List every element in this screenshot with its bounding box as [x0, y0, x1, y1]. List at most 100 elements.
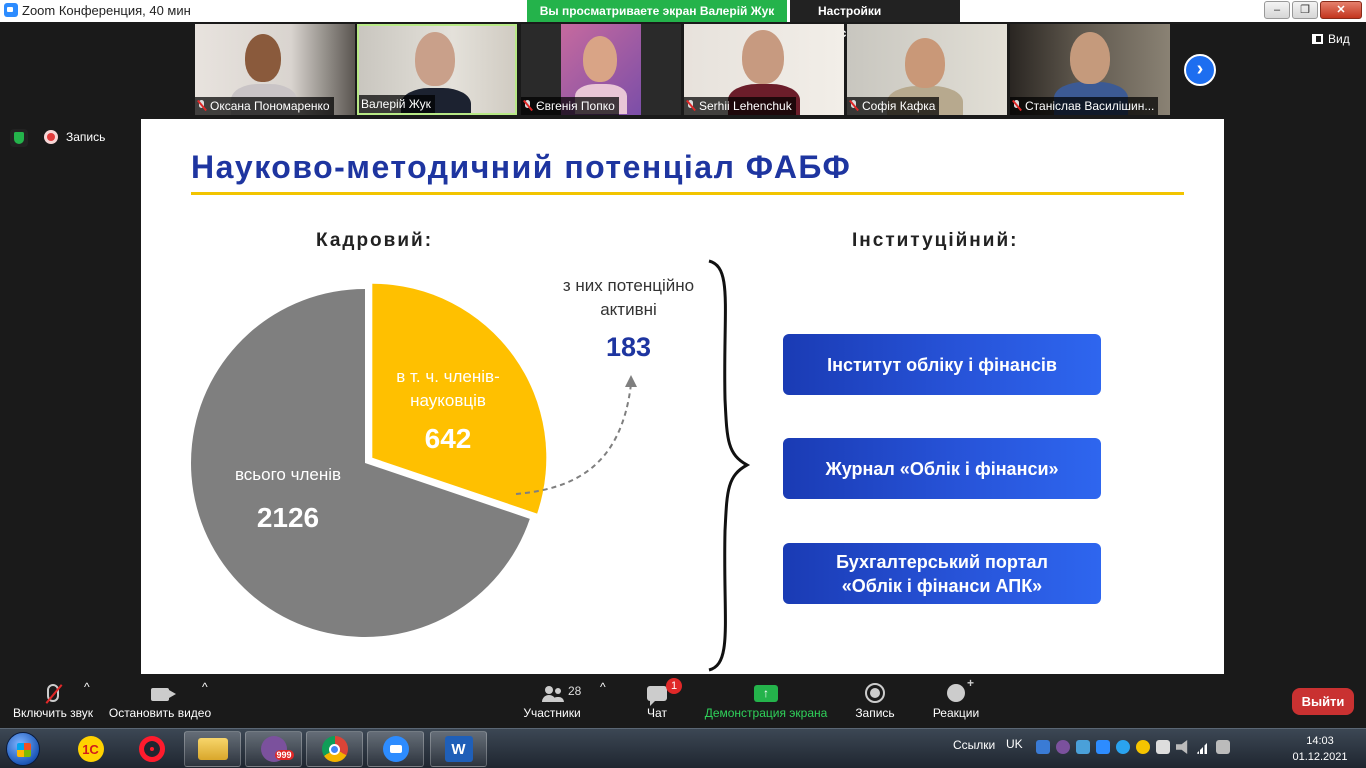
audio-options-caret-icon[interactable]: ^	[84, 680, 90, 694]
taskbar-app-zoom[interactable]	[367, 731, 424, 767]
pie-total-value: 2126	[256, 502, 320, 533]
record-dot-icon	[44, 130, 58, 144]
participant-tile-active[interactable]: Валерій Жук	[357, 24, 517, 115]
participant-tile[interactable]: Євгенія Попко	[521, 24, 681, 115]
participants-label: Участники	[523, 706, 581, 720]
camera-icon	[151, 688, 176, 701]
taskbar-app-1c[interactable]: 1C	[62, 731, 119, 767]
grid-view-icon	[1312, 34, 1323, 44]
participant-name: Євгенія Попко	[521, 97, 619, 115]
record-label: Запись	[855, 706, 895, 720]
institution-box: Журнал «Облік і фінанси»	[783, 438, 1101, 499]
minimize-button[interactable]: ‒	[1264, 1, 1290, 19]
mic-muted-icon	[1012, 100, 1021, 111]
record-icon	[865, 683, 885, 703]
opera-icon	[138, 736, 165, 762]
participant-name-text: Serhii Lehenchuk	[699, 99, 792, 113]
zoom-camera-glyph	[389, 745, 402, 753]
language-indicator[interactable]: UK	[1006, 737, 1023, 751]
bluetooth-icon[interactable]	[1036, 740, 1050, 754]
taskbar-links[interactable]: Ссылки	[953, 738, 995, 752]
video-figure	[415, 32, 455, 86]
reactions-label: Реакции	[932, 706, 980, 720]
potential-active-value: 183	[605, 332, 652, 362]
chat-label: Чат	[647, 706, 667, 720]
viber-badge: 999	[274, 750, 294, 760]
windows-start-icon[interactable]	[6, 732, 40, 766]
view-button[interactable]: Вид	[1312, 32, 1350, 46]
annotation-arrowhead	[625, 375, 637, 387]
participant-name: Оксана Пономаренко	[195, 97, 334, 115]
stop-video-button[interactable]: Остановить видео	[106, 680, 214, 720]
tray-document-icon[interactable]	[1156, 740, 1170, 754]
taskbar-app-explorer[interactable]	[184, 731, 241, 767]
participants-options-caret-icon[interactable]: ^	[600, 680, 606, 694]
maximize-button[interactable]: ❐	[1292, 1, 1318, 19]
pie-part-value: 642	[424, 423, 472, 454]
video-options-caret-icon[interactable]: ^	[202, 680, 208, 694]
folder-icon	[197, 738, 228, 760]
viber-tray-icon[interactable]	[1056, 740, 1070, 754]
participant-name: Станіслав Василішин...	[1010, 97, 1159, 115]
share-screen-icon: ↑	[754, 685, 778, 702]
volume-icon[interactable]	[1176, 740, 1188, 754]
system-clock[interactable]: 14:03 01.12.2021	[1284, 733, 1356, 765]
screen-share-banner: Вы просматриваете экран Валерій Жук	[527, 0, 787, 22]
participant-name-text: Софія Кафка	[862, 99, 936, 113]
share-screen-button[interactable]: ↑ Демонстрация экрана	[702, 680, 830, 720]
zoom-tray-icon[interactable]	[1096, 740, 1110, 754]
unmute-label: Включить звук	[12, 706, 94, 720]
taskbar-app-word[interactable]: W	[430, 731, 487, 767]
participant-tile[interactable]: Софія Кафка	[847, 24, 1007, 115]
participant-name-text: Євгенія Попко	[536, 99, 615, 113]
mic-muted-icon	[849, 100, 858, 111]
mic-muted-icon	[523, 100, 532, 111]
taskbar-app-opera[interactable]	[123, 731, 180, 767]
video-figure	[1070, 32, 1110, 84]
institution-box: Бухгалтерський портал «Облік і фінанси А…	[783, 543, 1101, 604]
telegram-tray-icon[interactable]	[1116, 740, 1130, 754]
chat-unread-badge: 1	[666, 678, 682, 694]
chat-button[interactable]: 1 Чат	[636, 678, 682, 720]
participant-name-text: Оксана Пономаренко	[210, 99, 330, 113]
security-shield-icon[interactable]	[10, 129, 28, 147]
recording-indicator[interactable]: Запись	[44, 130, 105, 144]
mic-muted-icon	[197, 100, 206, 111]
next-page-arrow-button[interactable]: ›	[1184, 54, 1216, 86]
taskbar-app-chrome[interactable]	[306, 731, 363, 767]
chat-icon	[647, 686, 667, 706]
participant-name-text: Станіслав Василішин...	[1025, 99, 1155, 113]
network-error-icon[interactable]	[1216, 740, 1230, 754]
meeting-toolbar: Включить звук ^ Остановить видео ^ 28 Уч…	[0, 676, 1366, 728]
record-button[interactable]: Запись	[852, 680, 898, 720]
zoom-app-icon	[4, 3, 18, 17]
video-figure	[583, 36, 617, 82]
participant-tile[interactable]: Оксана Пономаренко	[195, 24, 355, 115]
reactions-button[interactable]: Реакции	[930, 676, 982, 720]
zoom-window: Zoom Конференция, 40 мин ‒ ❐ ✕ Вы просма…	[0, 0, 1366, 768]
1c-icon: 1C	[77, 736, 104, 762]
view-button-label: Вид	[1328, 32, 1350, 46]
view-settings-button[interactable]: Настройки просмотра⌄	[790, 0, 960, 40]
share-screen-label: Демонстрация экрана	[704, 706, 828, 720]
taskbar-app-viber[interactable]: 999	[245, 731, 302, 767]
participant-tile[interactable]: Станіслав Василішин...	[1010, 24, 1170, 115]
system-tray-icons	[1036, 740, 1230, 754]
zoom-icon	[382, 736, 409, 762]
leave-meeting-button[interactable]: Выйти	[1292, 688, 1354, 715]
participant-tile[interactable]: Serhii Lehenchuk	[684, 24, 844, 115]
participants-icon	[541, 686, 563, 702]
tray-app-icon[interactable]	[1076, 740, 1090, 754]
video-figure	[905, 38, 945, 88]
antivirus-tray-icon[interactable]	[1136, 740, 1150, 754]
reaction-smiley-icon	[947, 676, 974, 702]
participant-name: Serhii Lehenchuk	[684, 97, 796, 115]
pie-part-label-line: в т. ч. членів-	[396, 367, 500, 386]
network-signal-icon[interactable]	[1196, 740, 1210, 754]
chrome-center	[329, 743, 340, 755]
participant-name: Софія Кафка	[847, 97, 940, 115]
window-controls: ‒ ❐ ✕	[1264, 1, 1362, 19]
stop-video-label: Остановить видео	[108, 706, 212, 720]
participants-button[interactable]: 28 Участники	[518, 680, 586, 720]
close-button[interactable]: ✕	[1320, 1, 1362, 19]
